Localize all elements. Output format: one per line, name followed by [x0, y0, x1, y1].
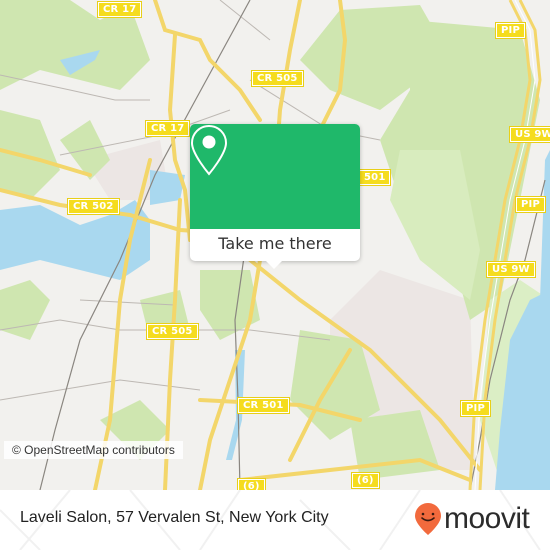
location-pin-icon [190, 124, 228, 176]
popup-header [190, 124, 360, 229]
road-label-us9w: US 9W [510, 127, 550, 142]
map-attribution[interactable]: © OpenStreetMap contributors [4, 441, 183, 459]
road-label-cr501: CR 501 [238, 398, 289, 413]
moovit-wordmark: moovit [444, 502, 530, 535]
road-label-route6: (6) [352, 473, 379, 488]
road-label-us9w: US 9W [487, 262, 535, 277]
popup-pointer [265, 260, 283, 269]
take-me-there-button[interactable]: Take me there [190, 229, 360, 261]
footer: Laveli Salon, 57 Vervalen St, New York C… [0, 490, 550, 550]
water-river-hudson [540, 150, 550, 300]
place-name: Laveli Salon, 57 Vervalen St, New York C… [20, 509, 329, 526]
road-label-pip: PIP [496, 23, 525, 38]
map[interactable]: CR 17 CR 17 CR 505 CR 502 501 CR 505 CR … [0, 0, 550, 490]
road-label-cr505: CR 505 [252, 71, 303, 86]
park [0, 110, 60, 200]
road-label-cr501: 501 [359, 170, 391, 185]
road-label-pip: PIP [461, 401, 490, 416]
road-label-cr17: CR 17 [146, 121, 190, 136]
park [0, 280, 50, 340]
road-label-pip: PIP [516, 197, 545, 212]
road-label-cr502: CR 502 [68, 199, 119, 214]
road-label-route6: (6) [238, 479, 265, 490]
location-popup: Take me there [190, 124, 360, 269]
moovit-pin-icon [415, 503, 441, 535]
road-label-cr17: CR 17 [98, 2, 142, 17]
moovit-logo[interactable]: moovit [414, 500, 544, 540]
road-label-cr505: CR 505 [147, 324, 198, 339]
